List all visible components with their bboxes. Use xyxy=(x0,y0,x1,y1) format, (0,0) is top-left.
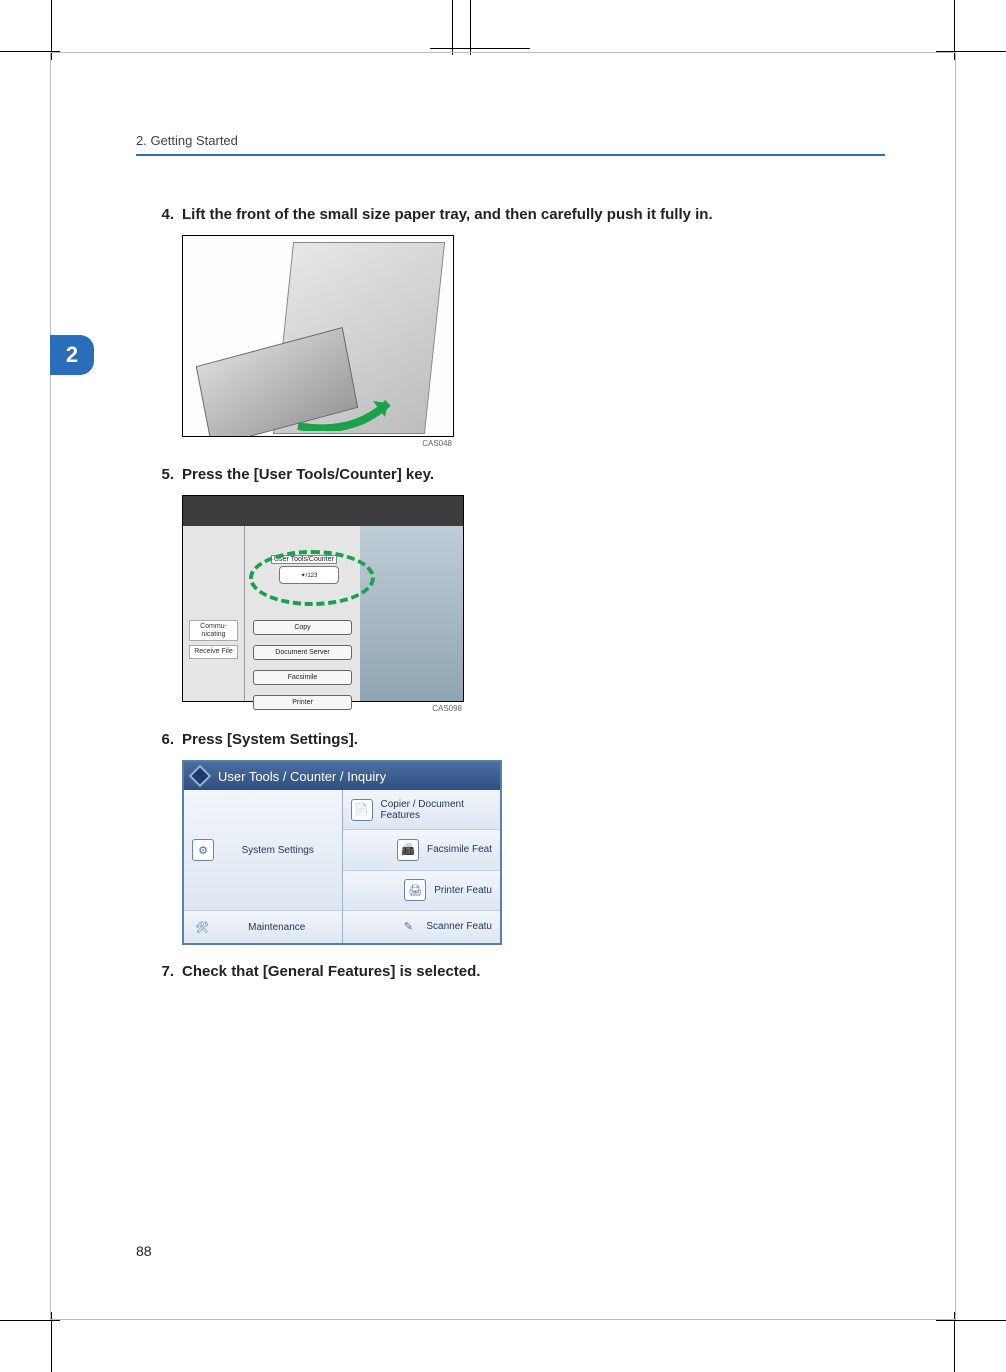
header-rule xyxy=(136,154,885,156)
screen-titlebar: User Tools / Counter / Inquiry xyxy=(184,762,500,790)
step-text: Press [System Settings]. xyxy=(182,731,885,748)
panel-screen-area xyxy=(360,526,463,701)
running-head: 2. Getting Started xyxy=(136,133,885,148)
step-6: 6. Press [System Settings]. User Tools /… xyxy=(146,731,885,945)
tile-copier-features[interactable]: 📄 Copier / Document Features xyxy=(343,790,501,830)
tile-system-settings[interactable]: ⚙ System Settings xyxy=(184,790,342,911)
panel-label-receive-file: Receive File xyxy=(189,645,238,659)
fax-icon: 📠 xyxy=(397,839,419,861)
crop-mark xyxy=(936,1320,1006,1321)
panel-button-document-server[interactable]: Document Server xyxy=(253,645,352,660)
step-4: 4. Lift the front of the small size pape… xyxy=(146,206,885,448)
crop-mark xyxy=(51,0,52,60)
tile-label: Maintenance xyxy=(220,922,334,933)
tile-label: Facsimile Feat xyxy=(427,844,492,855)
crop-mark xyxy=(430,48,530,49)
figure-control-panel: Commu- nicating Receive File Copy Docume… xyxy=(182,495,464,702)
printer-icon: 🖨 xyxy=(404,879,426,901)
push-arrow-icon xyxy=(293,391,413,431)
tile-facsimile-features[interactable]: 📠 Facsimile Feat xyxy=(343,830,501,870)
step-number: 4. xyxy=(146,206,182,223)
step-text: Check that [General Features] is selecte… xyxy=(182,963,885,980)
tile-label: System Settings xyxy=(222,845,334,856)
panel-button-copy[interactable]: Copy xyxy=(253,620,352,635)
gear-icon: ⚙ xyxy=(192,839,214,861)
crop-mark xyxy=(954,1312,955,1372)
crop-mark xyxy=(452,0,453,55)
tile-scanner-features[interactable]: ✎ Scanner Featu xyxy=(343,911,501,943)
tile-label: Copier / Document Features xyxy=(381,799,493,821)
panel-button-facsimile[interactable]: Facsimile xyxy=(253,670,352,685)
step-7: 7. Check that [General Features] is sele… xyxy=(146,963,885,980)
tile-printer-features[interactable]: 🖨 Printer Featu xyxy=(343,871,501,911)
tile-maintenance[interactable]: 🛠 Maintenance xyxy=(184,911,342,943)
step-text: Lift the front of the small size paper t… xyxy=(182,206,885,223)
figure-user-tools-screen: User Tools / Counter / Inquiry ⚙ System … xyxy=(182,760,502,945)
page-number: 88 xyxy=(136,1243,152,1259)
scanner-icon: ✎ xyxy=(398,917,418,937)
screen-title: User Tools / Counter / Inquiry xyxy=(218,769,386,784)
crop-mark xyxy=(470,0,471,55)
crop-mark xyxy=(954,0,955,60)
tile-label: Printer Featu xyxy=(434,885,492,896)
wrench-icon: 🛠 xyxy=(192,917,212,937)
step-number: 6. xyxy=(146,731,182,748)
tile-label: Scanner Featu xyxy=(426,921,492,932)
panel-button-printer[interactable]: Printer xyxy=(253,695,352,710)
highlight-oval-icon xyxy=(249,550,375,606)
chapter-tab: 2 xyxy=(50,335,94,375)
diamond-icon xyxy=(189,765,212,788)
panel-label-communicating: Commu- nicating xyxy=(189,620,238,641)
page-frame: 2. Getting Started 4. Lift the front of … xyxy=(50,52,956,1320)
figure-caption: CAS048 xyxy=(182,439,452,448)
step-number: 7. xyxy=(146,963,182,980)
step-number: 5. xyxy=(146,466,182,483)
crop-mark xyxy=(51,1312,52,1372)
panel-left-strip: Commu- nicating Receive File xyxy=(183,526,245,701)
step-text: Press the [User Tools/Counter] key. xyxy=(182,466,885,483)
step-5: 5. Press the [User Tools/Counter] key. C… xyxy=(146,466,885,713)
figure-tray-push xyxy=(182,235,454,437)
copier-icon: 📄 xyxy=(351,799,373,821)
